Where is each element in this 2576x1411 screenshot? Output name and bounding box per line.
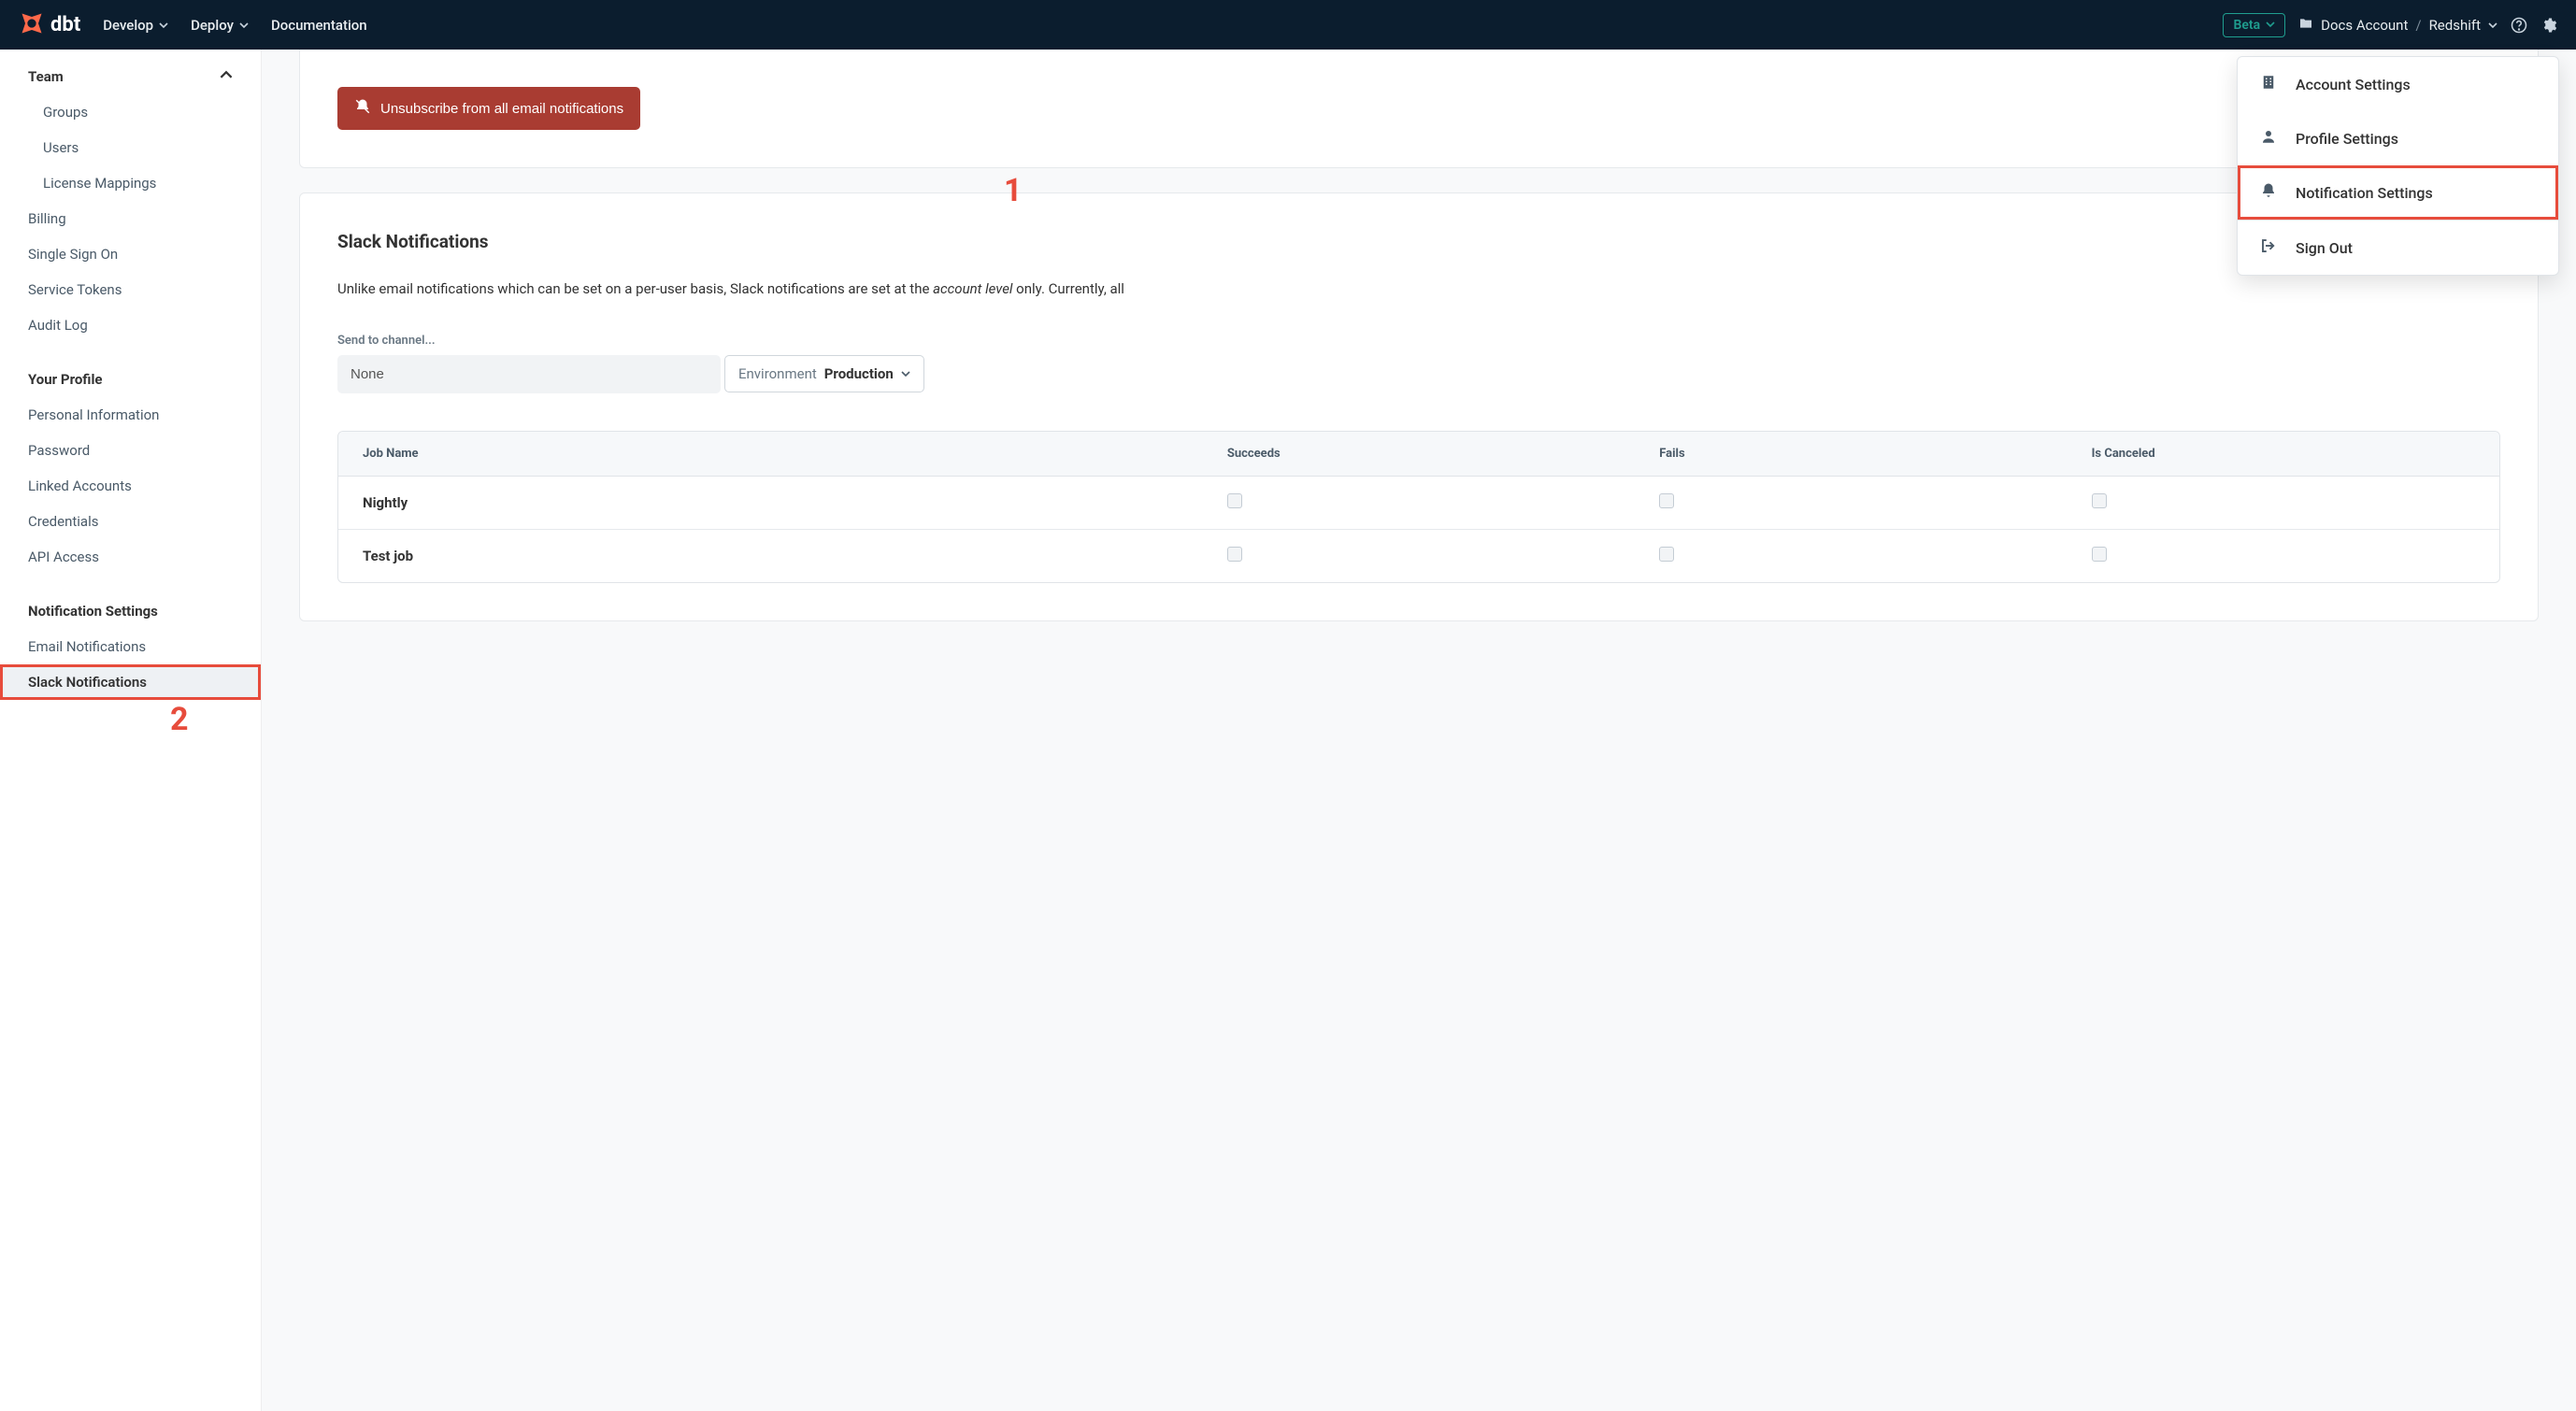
slack-desc-em: account level: [933, 280, 1012, 297]
col-fails: Fails: [1635, 432, 2067, 477]
beta-label: Beta: [2233, 18, 2260, 33]
checkbox-fails[interactable]: [1659, 493, 1674, 508]
slack-heading: Slack Notifications: [337, 231, 2500, 252]
channel-label: Send to channel...: [337, 334, 2500, 348]
channel-input[interactable]: [337, 355, 721, 393]
account-switcher[interactable]: Docs Account / Redshift: [2298, 16, 2497, 35]
dbt-logo-icon: [19, 10, 45, 40]
checkbox-fails[interactable]: [1659, 547, 1674, 562]
dropdown-notification-settings[interactable]: Notification Settings: [2238, 165, 2558, 220]
logo-text: dbt: [50, 13, 80, 36]
sidebar-item-credentials[interactable]: Credentials: [0, 504, 261, 539]
sidebar: Team Groups Users License Mappings Billi…: [0, 50, 262, 1411]
folder-icon: [2298, 16, 2313, 35]
top-nav: dbt Develop Deploy Documentation Beta Do…: [0, 0, 2576, 50]
building-icon: [2260, 74, 2277, 94]
sidebar-item-password[interactable]: Password: [0, 433, 261, 468]
slack-description: Unlike email notifications which can be …: [337, 278, 2500, 300]
nav-develop[interactable]: Develop: [103, 11, 168, 39]
sign-out-icon: [2260, 237, 2277, 258]
nav-documentation-label: Documentation: [271, 17, 367, 34]
separator: /: [2415, 17, 2421, 34]
content: Unsubscribe from all email notifications…: [262, 50, 2576, 1411]
settings-dropdown-menu: Account Settings Profile Settings Notifi…: [2237, 56, 2559, 276]
jobs-table: Job Name Succeeds Fails Is Canceled Nigh…: [337, 431, 2500, 583]
sidebar-item-sso[interactable]: Single Sign On: [0, 236, 261, 272]
user-icon: [2260, 128, 2277, 149]
checkbox-canceled[interactable]: [2092, 547, 2107, 562]
sidebar-item-slack-notifications[interactable]: Slack Notifications: [0, 664, 261, 700]
chevron-down-icon: [2488, 17, 2497, 34]
dropdown-profile-settings[interactable]: Profile Settings: [2238, 111, 2558, 165]
unsubscribe-label: Unsubscribe from all email notifications: [380, 101, 623, 117]
topnav-right: Beta Docs Account / Redshift: [2223, 13, 2557, 37]
job-name-cell: Nightly: [338, 477, 1203, 530]
sidebar-your-profile-header: Your Profile: [0, 362, 261, 397]
dropdown-account-settings[interactable]: Account Settings: [2238, 57, 2558, 111]
table-row: Test job: [338, 530, 2499, 582]
topnav-left: dbt Develop Deploy Documentation: [19, 10, 367, 40]
unsubscribe-button[interactable]: Unsubscribe from all email notifications: [337, 87, 640, 130]
table-row: Nightly: [338, 477, 2499, 530]
dropdown-profile-settings-label: Profile Settings: [2296, 130, 2398, 148]
sidebar-item-linked-accounts[interactable]: Linked Accounts: [0, 468, 261, 504]
sidebar-item-service-tokens[interactable]: Service Tokens: [0, 272, 261, 307]
dropdown-notification-settings-label: Notification Settings: [2296, 184, 2433, 202]
bell-icon: [2260, 182, 2277, 203]
checkbox-canceled[interactable]: [2092, 493, 2107, 508]
main-layout: Team Groups Users License Mappings Billi…: [0, 50, 2576, 1411]
dropdown-sign-out-label: Sign Out: [2296, 239, 2353, 257]
chevron-up-icon: [220, 68, 233, 85]
bell-slash-icon: [354, 98, 371, 119]
project-name: Redshift: [2429, 17, 2481, 34]
logo[interactable]: dbt: [19, 10, 80, 40]
dropdown-account-settings-label: Account Settings: [2296, 76, 2411, 93]
account-name: Docs Account: [2321, 17, 2408, 34]
sidebar-item-email-notifications[interactable]: Email Notifications: [0, 629, 261, 664]
job-name-cell: Test job: [338, 530, 1203, 582]
nav-deploy-label: Deploy: [191, 17, 234, 34]
sidebar-item-billing[interactable]: Billing: [0, 201, 261, 236]
environment-value: Production: [824, 365, 894, 382]
sidebar-item-api-access[interactable]: API Access: [0, 539, 261, 575]
settings-gear-button[interactable]: [2540, 17, 2557, 34]
slack-card: Slack Notifications Unlike email notific…: [299, 192, 2539, 621]
nav-deploy[interactable]: Deploy: [191, 11, 249, 39]
nav-develop-label: Develop: [103, 17, 153, 34]
sidebar-team-label: Team: [28, 68, 64, 85]
col-succeeds: Succeeds: [1203, 432, 1635, 477]
beta-badge[interactable]: Beta: [2223, 13, 2285, 37]
table-header-row: Job Name Succeeds Fails Is Canceled: [338, 432, 2499, 477]
email-card: Unsubscribe from all email notifications: [299, 50, 2539, 168]
col-canceled: Is Canceled: [2068, 432, 2499, 477]
nav-documentation[interactable]: Documentation: [271, 11, 367, 39]
sidebar-item-audit-log[interactable]: Audit Log: [0, 307, 261, 343]
chevron-down-icon: [901, 365, 910, 382]
chevron-down-icon: [239, 17, 249, 34]
sidebar-notification-settings-header: Notification Settings: [0, 593, 261, 629]
environment-label: Environment: [738, 365, 817, 382]
sidebar-item-personal-info[interactable]: Personal Information: [0, 397, 261, 433]
sidebar-item-license-mappings[interactable]: License Mappings: [0, 165, 261, 201]
col-job-name: Job Name: [338, 432, 1203, 477]
environment-dropdown[interactable]: Environment Production: [724, 355, 924, 392]
sidebar-item-groups[interactable]: Groups: [0, 94, 261, 130]
chevron-down-icon: [159, 17, 168, 34]
slack-desc-text-2: only. Currently, all: [1012, 280, 1124, 297]
slack-desc-text-1: Unlike email notifications which can be …: [337, 280, 933, 297]
checkbox-succeeds[interactable]: [1227, 547, 1242, 562]
sidebar-item-users[interactable]: Users: [0, 130, 261, 165]
chevron-down-icon: [2266, 18, 2275, 33]
sidebar-team-header[interactable]: Team: [0, 59, 261, 94]
dropdown-sign-out[interactable]: Sign Out: [2238, 221, 2558, 275]
checkbox-succeeds[interactable]: [1227, 493, 1242, 508]
help-button[interactable]: [2511, 17, 2527, 34]
